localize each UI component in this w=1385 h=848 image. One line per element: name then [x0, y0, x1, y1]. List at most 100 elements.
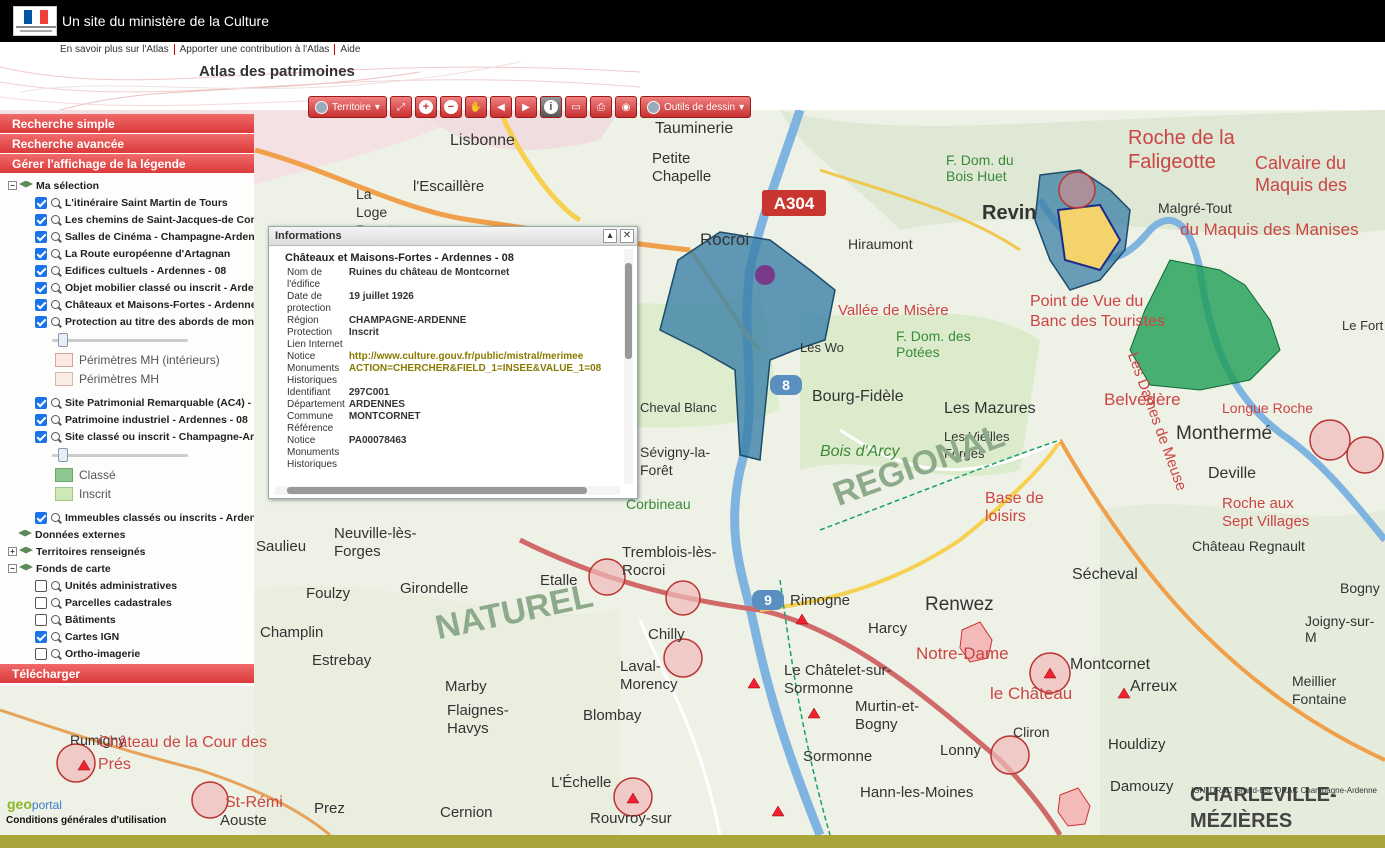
zoom-in-button[interactable]: + — [414, 96, 437, 118]
layer-item[interactable]: Site Patrimonial Remarquable (AC4) - A — [0, 394, 254, 411]
slider-thumb[interactable] — [58, 333, 68, 347]
tree-node-external-data[interactable]: Données externes — [0, 526, 254, 543]
popup-header[interactable]: Informations ▴ ✕ — [269, 227, 637, 246]
slider-thumb[interactable] — [58, 448, 68, 462]
globe-tools-button[interactable]: ◉ — [614, 96, 637, 118]
back-button[interactable]: ◀ — [489, 96, 512, 118]
basemap-item[interactable]: Parcelles cadastrales — [0, 594, 254, 611]
basemap-checkbox[interactable] — [35, 647, 47, 660]
zoom-to-layer-icon[interactable] — [51, 266, 60, 275]
link-about[interactable]: En savoir plus sur l'Atlas — [55, 44, 175, 55]
globe-tools-icon: ◉ — [621, 101, 631, 113]
scrollbar-thumb[interactable] — [625, 263, 632, 359]
zoom-to-layer-icon[interactable] — [51, 232, 60, 241]
basemap-item[interactable]: Bâtiments — [0, 611, 254, 628]
layer-item[interactable]: Châteaux et Maisons-Fortes - Ardennes — [0, 296, 254, 313]
zoom-to-layer-icon[interactable] — [51, 317, 60, 326]
basemap-checkbox[interactable] — [35, 613, 47, 626]
layer-checkbox[interactable] — [35, 247, 47, 260]
layer-item[interactable]: Protection au titre des abords de monu — [0, 313, 254, 330]
scrollbar-thumb[interactable] — [287, 487, 587, 494]
layer-item[interactable]: La Route européenne d'Artagnan — [0, 245, 254, 262]
zoom-to-layer-icon[interactable] — [51, 249, 60, 258]
map-label: REGIONAL — [828, 416, 1010, 514]
basemap-checkbox[interactable] — [35, 596, 47, 609]
info-button[interactable]: i — [539, 96, 562, 118]
layer-checkbox[interactable] — [35, 413, 47, 426]
forward-button[interactable]: ▶ — [514, 96, 537, 118]
ministry-title[interactable]: Un site du ministère de la Culture — [62, 13, 269, 29]
accordion-simple-search[interactable]: Recherche simple — [0, 114, 254, 134]
zoom-to-layer-icon[interactable] — [51, 415, 60, 424]
zoom-to-layer-icon[interactable] — [51, 581, 60, 590]
zoom-to-layer-icon[interactable] — [51, 398, 60, 407]
close-icon[interactable]: ✕ — [620, 229, 634, 243]
link-contribute[interactable]: Apporter une contribution à l'Atlas — [175, 44, 336, 55]
zoom-to-layer-icon[interactable] — [51, 300, 60, 309]
layer-item[interactable]: Immeubles classés ou inscrits - Ardenn — [0, 509, 254, 526]
measure-button[interactable]: ▭ — [564, 96, 587, 118]
zoom-to-layer-icon[interactable] — [51, 432, 60, 441]
terms-link[interactable]: Conditions générales d'utilisation — [6, 815, 166, 826]
basemap-checkbox[interactable] — [35, 630, 47, 643]
layer-checkbox[interactable] — [35, 298, 47, 311]
zoom-to-layer-icon[interactable] — [51, 632, 60, 641]
minimize-icon[interactable]: ▴ — [603, 229, 617, 243]
accordion-legend[interactable]: Gérer l'affichage de la légende — [0, 154, 254, 174]
drawing-tools-dropdown[interactable]: Outils de dessin ▾ — [639, 96, 752, 118]
layer-item[interactable]: Patrimoine industriel - Ardennes - 08 — [0, 411, 254, 428]
layer-item[interactable]: Objet mobilier classé ou inscrit - Arder — [0, 279, 254, 296]
layer-checkbox[interactable] — [35, 230, 47, 243]
ministere-logo[interactable] — [13, 6, 57, 36]
opacity-slider[interactable] — [52, 330, 254, 350]
accordion-advanced-search[interactable]: Recherche avancée — [0, 134, 254, 154]
basemap-checkbox[interactable] — [35, 579, 47, 592]
layer-item[interactable]: Site classé ou inscrit - Champagne-Arc — [0, 428, 254, 445]
layer-item[interactable]: Salles de Cinéma - Champagne-Ardenn — [0, 228, 254, 245]
tree-node-basemaps[interactable]: − Fonds de carte — [0, 560, 254, 577]
zoom-to-layer-icon[interactable] — [51, 513, 60, 522]
zoom-to-layer-icon[interactable] — [51, 649, 60, 658]
tree-node-territories[interactable]: + Territoires renseignés — [0, 543, 254, 560]
print-button[interactable]: ⎙ — [589, 96, 612, 118]
layer-checkbox[interactable] — [35, 281, 47, 294]
accordion-download[interactable]: Télécharger — [0, 664, 254, 684]
expand-icon[interactable]: + — [8, 547, 17, 556]
layer-checkbox[interactable] — [35, 430, 47, 443]
layer-item[interactable]: Edifices cultuels - Ardennes - 08 — [0, 262, 254, 279]
zoom-out-button[interactable]: − — [439, 96, 462, 118]
layer-item[interactable]: Les chemins de Saint-Jacques-de Com — [0, 211, 254, 228]
map-label: Longue Roche — [1222, 400, 1314, 416]
geoportail-logo[interactable]: geoportal — [7, 796, 62, 812]
basemap-item[interactable]: Cartes IGN — [0, 628, 254, 645]
collapse-icon[interactable]: − — [8, 181, 17, 190]
basemap-label: Cartes IGN — [65, 630, 120, 643]
layer-checkbox[interactable] — [35, 315, 47, 328]
layer-checkbox[interactable] — [35, 511, 47, 524]
notice-link[interactable]: http://www.culture.gouv.fr/public/mistra… — [349, 351, 620, 375]
tree-node-my-selection[interactable]: − Ma sélection — [0, 177, 254, 194]
layer-checkbox[interactable] — [35, 196, 47, 209]
basemap-item[interactable]: Unités administratives — [0, 577, 254, 594]
link-help[interactable]: Aide — [335, 44, 365, 55]
zoom-to-layer-icon[interactable] — [51, 598, 60, 607]
territoire-dropdown[interactable]: Territoire ▾ — [308, 96, 387, 118]
opacity-slider[interactable] — [52, 445, 254, 465]
layer-checkbox[interactable] — [35, 213, 47, 226]
collapse-icon[interactable]: − — [8, 564, 17, 573]
zoom-to-layer-icon[interactable] — [51, 283, 60, 292]
zoom-to-layer-icon[interactable] — [51, 198, 60, 207]
layer-checkbox[interactable] — [35, 264, 47, 277]
popup-horizontal-scrollbar[interactable] — [275, 486, 620, 495]
pan-button[interactable]: ✋ — [464, 96, 487, 118]
basemap-item[interactable]: Ortho-imagerie — [0, 645, 254, 662]
layer-checkbox[interactable] — [35, 396, 47, 409]
globe-icon — [315, 100, 328, 114]
zoom-to-layer-icon[interactable] — [51, 215, 60, 224]
popup-vertical-scrollbar[interactable] — [624, 249, 633, 484]
zoom-extent-button[interactable]: ⤢ — [389, 96, 412, 118]
chevron-down-icon: ▾ — [374, 101, 380, 113]
zoom-to-layer-icon[interactable] — [51, 615, 60, 624]
layer-item[interactable]: L'itinéraire Saint Martin de Tours — [0, 194, 254, 211]
map-label: Roche de la Faligeotte — [1128, 127, 1235, 173]
